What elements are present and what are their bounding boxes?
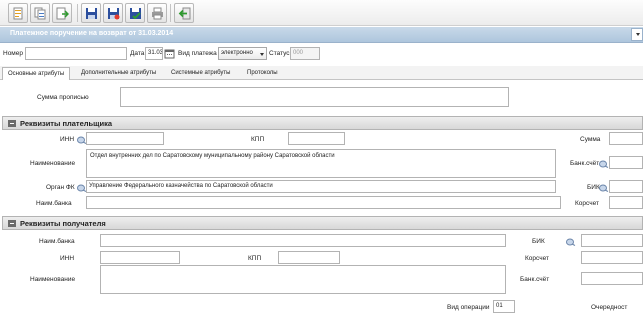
payer-name-field[interactable]: Отдел внутренних дел по Саратовскому мун… xyxy=(86,149,556,178)
toolbar xyxy=(0,0,643,26)
collapse-icon[interactable] xyxy=(8,120,16,127)
priority-label: Очередност xyxy=(591,304,628,311)
payer-inn-input[interactable] xyxy=(86,132,164,145)
lookup-icon xyxy=(566,238,576,246)
payer-kpp-input[interactable] xyxy=(288,132,345,145)
payment-type-value: электронно xyxy=(221,50,253,56)
status-field: 000 xyxy=(290,47,320,60)
payee-bik-input[interactable] xyxy=(581,234,643,247)
new-document-button[interactable] xyxy=(8,3,28,23)
payer-bank-name-label: Наим.банка xyxy=(36,200,72,207)
calendar-button[interactable] xyxy=(164,48,175,59)
chevron-down-icon xyxy=(636,33,640,36)
payer-inn-label: ИНН xyxy=(60,136,75,143)
operation-type-input[interactable]: 01 xyxy=(493,300,515,313)
payer-name-label: Наименование xyxy=(30,160,76,167)
payee-bank-account-input[interactable] xyxy=(581,272,643,285)
payer-organ-fk-label: Орган ФК xyxy=(46,184,75,191)
number-input[interactable] xyxy=(25,47,127,60)
payee-corr-account-input[interactable] xyxy=(581,251,643,264)
tab-main-attributes[interactable]: Основные атрибуты xyxy=(2,67,71,80)
exit-button[interactable] xyxy=(174,3,194,23)
new-document-icon xyxy=(13,7,23,20)
exit-icon xyxy=(178,7,191,20)
amount-words-field[interactable] xyxy=(120,87,509,107)
payment-type-label: Вид платежа xyxy=(178,50,217,57)
payer-corr-account-label: Корсчет xyxy=(575,200,599,207)
payee-corr-account-label: Корсчет xyxy=(525,255,549,262)
title-menu-button[interactable] xyxy=(631,28,643,41)
payee-bank-name-label: Наим.банка xyxy=(39,238,75,245)
save-as-button[interactable] xyxy=(103,3,123,23)
date-label: Дата xyxy=(130,50,145,57)
lookup-icon xyxy=(599,160,609,168)
save-icon xyxy=(86,8,97,19)
payee-section-header[interactable]: Реквизиты получателя xyxy=(2,216,643,230)
tab-protocols[interactable]: Протоколы xyxy=(242,67,283,80)
collapse-icon[interactable] xyxy=(8,220,16,227)
tab-additional-attributes[interactable]: Дополнительные атрибуты xyxy=(76,67,161,80)
payer-corr-account-input[interactable] xyxy=(609,196,643,209)
payer-kpp-label: КПП xyxy=(251,136,265,143)
save-green-icon xyxy=(130,8,141,20)
export-document-icon xyxy=(56,7,69,20)
amount-words-label: Сумма прописью xyxy=(37,94,89,101)
payee-name-label: Наименование xyxy=(30,276,76,283)
print-icon xyxy=(152,7,163,20)
payee-bik-label: БИК xyxy=(532,238,545,245)
payer-bik-lookup-button[interactable] xyxy=(599,184,609,192)
date-input-value[interactable]: 31.03.2014 xyxy=(145,47,163,60)
tab-bar: Основные атрибуты Дополнительные атрибут… xyxy=(0,66,643,80)
save-green-button[interactable] xyxy=(125,3,145,23)
payer-bank-account-input[interactable] xyxy=(609,156,643,169)
payee-kpp-label: КПП xyxy=(248,255,262,262)
copy-document-button[interactable] xyxy=(30,3,50,23)
status-label: Статус xyxy=(269,50,290,57)
payee-bank-account-label: Банк.счёт xyxy=(520,276,550,283)
payee-section-title: Реквизиты получателя xyxy=(20,219,106,228)
calendar-icon xyxy=(164,49,175,59)
chevron-down-icon xyxy=(260,53,264,56)
payer-section-title: Реквизиты плательщика xyxy=(20,119,113,128)
payer-organ-fk-input[interactable]: Управление Федерального казначейства по … xyxy=(86,180,556,193)
payee-name-field[interactable] xyxy=(100,265,506,294)
payer-bik-input[interactable] xyxy=(609,180,643,193)
payer-bank-account-lookup-button[interactable] xyxy=(599,160,609,168)
toolbar-separator xyxy=(170,4,171,22)
payee-bank-name-input[interactable] xyxy=(100,234,506,247)
payer-section-header[interactable]: Реквизиты плательщика xyxy=(2,116,643,130)
save-button[interactable] xyxy=(81,3,101,23)
export-document-button[interactable] xyxy=(52,3,72,23)
payer-sum-label: Сумма xyxy=(580,136,601,143)
payer-sum-input[interactable] xyxy=(609,132,643,145)
payee-kpp-input[interactable] xyxy=(278,251,340,264)
payer-bik-label: БИК xyxy=(587,184,600,191)
print-button[interactable] xyxy=(147,3,167,23)
payee-inn-label: ИНН xyxy=(60,255,75,262)
payee-bik-lookup-button[interactable] xyxy=(566,238,576,246)
operation-type-label: Вид операции xyxy=(447,304,490,311)
save-as-icon xyxy=(108,8,120,20)
lookup-icon xyxy=(599,184,609,192)
document-title: Платежное поручение на возврат от 31.03.… xyxy=(10,30,174,37)
tab-system-attributes[interactable]: Системные атрибуты xyxy=(166,67,235,80)
document-title-bar: Платежное поручение на возврат от 31.03.… xyxy=(0,27,643,43)
payee-inn-input[interactable] xyxy=(100,251,180,264)
payer-bank-account-label: Банк.счёт xyxy=(570,160,600,167)
copy-document-icon xyxy=(34,7,46,20)
number-label: Номер xyxy=(3,50,24,57)
payment-type-select[interactable]: электронно xyxy=(218,47,267,60)
payer-bank-name-input[interactable] xyxy=(86,196,561,209)
toolbar-separator xyxy=(77,4,78,22)
